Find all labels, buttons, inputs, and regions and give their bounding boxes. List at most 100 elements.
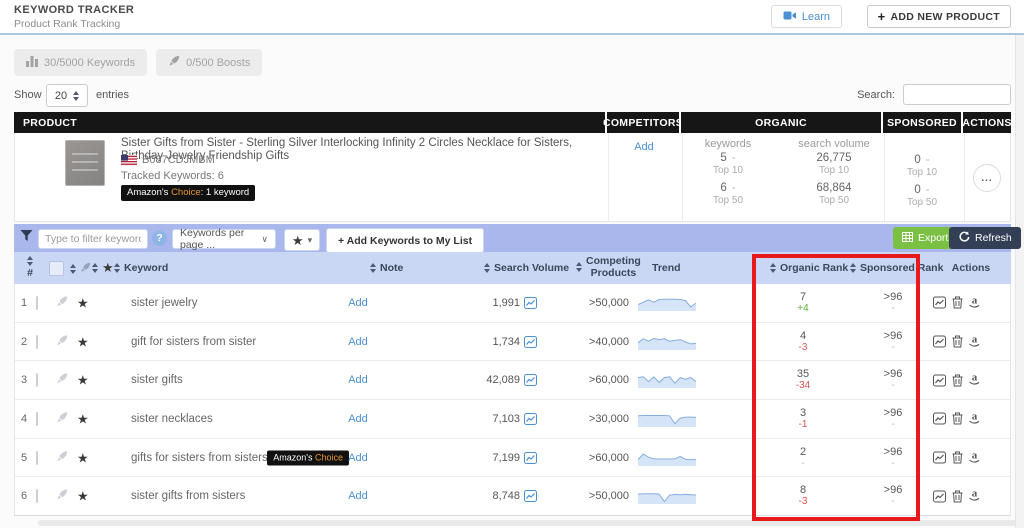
rank-history-chart-icon[interactable]: [933, 490, 946, 502]
amazon-icon[interactable]: a: [969, 335, 980, 348]
sponsored-rank-cell: >96 -: [851, 484, 935, 508]
delete-trash-icon[interactable]: [952, 336, 963, 348]
add-note-link[interactable]: Add: [336, 452, 380, 464]
rank-history-chart-icon[interactable]: [933, 336, 946, 348]
search-input[interactable]: [903, 84, 1011, 105]
num-header[interactable]: #: [27, 256, 33, 279]
horizontal-scrollbar[interactable]: [38, 520, 1017, 526]
search-volume-chart-icon[interactable]: [524, 413, 537, 425]
note-sort-header[interactable]: Note: [370, 262, 403, 274]
export-button[interactable]: Export: [893, 227, 957, 249]
rank-history-chart-icon[interactable]: [933, 374, 946, 386]
search-volume-chart-icon[interactable]: [524, 297, 537, 309]
rank-history-chart-icon[interactable]: [933, 297, 946, 309]
search-volume-chart-icon[interactable]: [524, 336, 537, 348]
amazon-icon[interactable]: a: [969, 374, 980, 387]
favorite-star-icon[interactable]: ★: [77, 412, 89, 425]
competing-products-sort-header[interactable]: CompetingProducts: [576, 255, 641, 279]
favorite-star-icon[interactable]: ★: [77, 335, 89, 348]
refresh-icon: [958, 231, 970, 246]
delete-trash-icon[interactable]: [952, 490, 963, 502]
keyword-text: gift for sisters from sister: [131, 336, 256, 348]
search-volume-sort-header[interactable]: Search Volume: [484, 262, 569, 274]
help-icon[interactable]: ?: [152, 231, 167, 246]
favorite-star-icon[interactable]: ★: [77, 374, 89, 387]
add-note-link[interactable]: Add: [336, 413, 380, 425]
boosts-quota-badge[interactable]: 0/500 Boosts: [156, 49, 262, 76]
boost-rocket-icon[interactable]: [56, 334, 68, 349]
keyword-sort-header[interactable]: Keyword: [114, 262, 168, 274]
favorite-star-icon[interactable]: ★: [77, 490, 89, 503]
delete-trash-icon[interactable]: [952, 413, 963, 425]
keywords-per-page-select[interactable]: Keywords per page ... ∨: [172, 229, 276, 249]
search-volume-chart-icon[interactable]: [524, 490, 537, 502]
search-volume-chart-icon[interactable]: [524, 452, 537, 464]
add-new-product-button[interactable]: + ADD NEW PRODUCT: [867, 5, 1011, 28]
plus-icon: +: [878, 9, 886, 24]
add-note-link[interactable]: Add: [336, 490, 380, 502]
organic-rank-cell: 7 +4: [761, 291, 845, 315]
product-thumbnail[interactable]: [65, 140, 105, 186]
boost-rocket-icon[interactable]: [56, 373, 68, 388]
sponsored-rank-sort-header[interactable]: Sponsored Rank: [850, 262, 943, 274]
product-more-actions-button[interactable]: ...: [973, 164, 1001, 192]
boost-sort-header[interactable]: [70, 262, 91, 276]
star-sort-header[interactable]: ★: [92, 261, 114, 274]
boost-rocket-icon[interactable]: [56, 489, 68, 504]
add-note-link[interactable]: Add: [336, 374, 380, 386]
tier-label: Top 50: [882, 197, 962, 208]
row-actions: a: [933, 335, 980, 348]
learn-label: Learn: [802, 11, 830, 23]
add-competitor-link[interactable]: Add: [624, 141, 664, 153]
row-checkbox[interactable]: [36, 336, 38, 348]
amazon-icon[interactable]: a: [969, 412, 980, 425]
row-checkbox[interactable]: [36, 413, 38, 425]
table-row: 2 ★ gift for sisters from sister Add 1,7…: [15, 323, 1010, 362]
organic-sv-top10: 26,775: [774, 152, 894, 164]
row-checkbox[interactable]: [36, 452, 38, 464]
add-note-link[interactable]: Add: [336, 336, 380, 348]
row-checkbox[interactable]: [36, 490, 38, 502]
boost-rocket-icon[interactable]: [56, 411, 68, 426]
boost-rocket-icon[interactable]: [56, 295, 68, 310]
add-note-link[interactable]: Add: [336, 297, 380, 309]
delete-trash-icon[interactable]: [952, 297, 963, 309]
favorite-star-icon[interactable]: ★: [77, 296, 89, 309]
organic-rank-cell: 4 -3: [761, 330, 845, 354]
rank-history-chart-icon[interactable]: [933, 413, 946, 425]
refresh-button[interactable]: Refresh: [949, 227, 1021, 249]
delete-trash-icon[interactable]: [952, 374, 963, 386]
keywords-quota-badge[interactable]: 30/5000 Keywords: [14, 49, 147, 76]
search-volume-value: 7,199: [492, 452, 520, 464]
add-keywords-button[interactable]: + Add Keywords to My List: [326, 228, 484, 253]
add-new-product-label: ADD NEW PRODUCT: [891, 11, 1001, 23]
sort-arrows-icon: [114, 263, 120, 273]
select-all-checkbox[interactable]: [49, 261, 64, 276]
competing-products-value: >60,000: [589, 374, 629, 386]
organic-keywords-top50: 6-: [678, 182, 778, 194]
star-filter-dropdown[interactable]: ★ ▾: [284, 229, 320, 251]
search-volume-chart-icon[interactable]: [524, 374, 537, 386]
boost-rocket-icon[interactable]: [56, 450, 68, 465]
page-size-select[interactable]: 20: [46, 84, 88, 107]
search-volume-cell: 1,991: [492, 297, 537, 309]
amazon-icon[interactable]: a: [969, 490, 980, 503]
learn-button[interactable]: Learn: [771, 5, 842, 28]
keyword-text: sister gifts from sisters: [131, 490, 245, 502]
rank-history-chart-icon[interactable]: [933, 452, 946, 464]
row-checkbox[interactable]: [36, 297, 38, 309]
competing-products-value: >40,000: [589, 336, 629, 348]
amazon-icon[interactable]: a: [969, 296, 980, 309]
page-title: KEYWORD TRACKER: [14, 4, 134, 16]
row-checkbox[interactable]: [36, 374, 38, 386]
search-volume-cell: 7,199: [492, 452, 537, 464]
product-asin[interactable]: B087CDJMBM: [142, 154, 215, 166]
keyword-filter-input[interactable]: [38, 229, 148, 249]
organic-rank-sort-header[interactable]: Organic Rank: [770, 262, 848, 274]
delete-trash-icon[interactable]: [952, 452, 963, 464]
favorite-star-icon[interactable]: ★: [77, 451, 89, 464]
show-label: Show: [14, 89, 42, 101]
keywords-quota-label: 30/5000 Keywords: [44, 57, 135, 69]
amazon-icon[interactable]: a: [969, 451, 980, 464]
vertical-scrollbar[interactable]: [1015, 0, 1024, 528]
